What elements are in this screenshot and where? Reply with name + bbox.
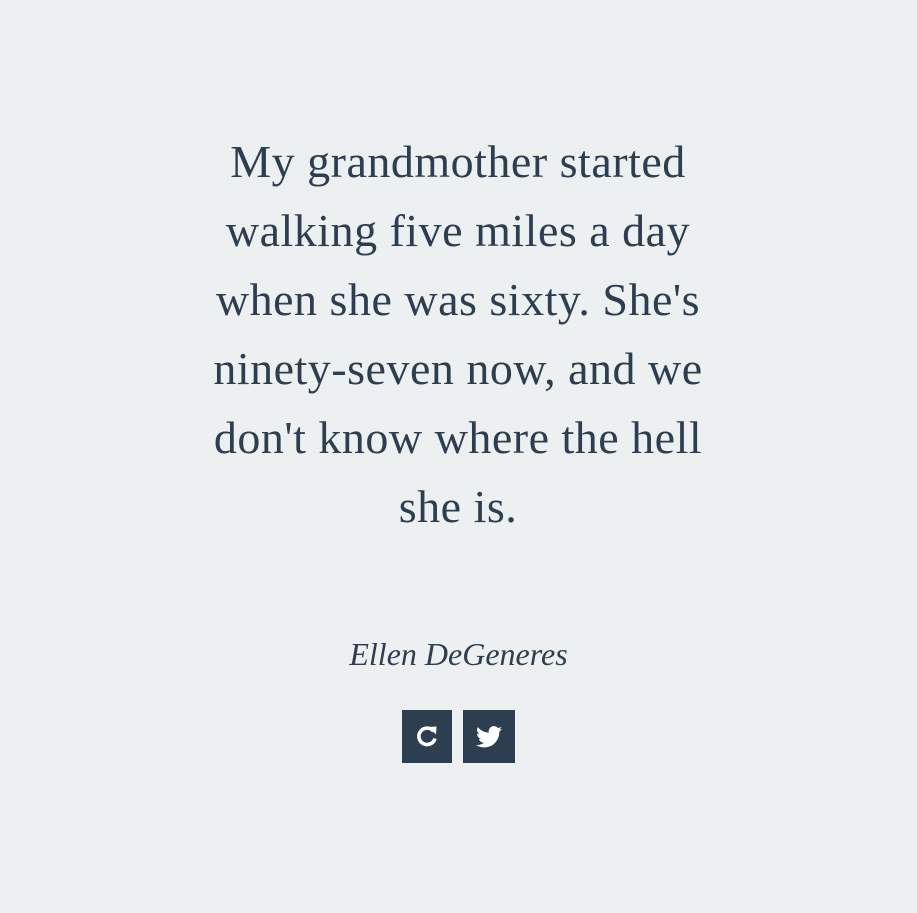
tweet-quote-button[interactable] xyxy=(463,710,515,763)
quote-box: My grandmother started walking five mile… xyxy=(0,0,917,913)
refresh-icon xyxy=(414,724,440,750)
new-quote-button[interactable] xyxy=(402,710,452,763)
action-buttons xyxy=(402,710,515,763)
quote-author: Ellen DeGeneres xyxy=(349,636,568,672)
twitter-icon xyxy=(476,725,502,748)
quote-text: My grandmother started walking five mile… xyxy=(213,136,703,532)
